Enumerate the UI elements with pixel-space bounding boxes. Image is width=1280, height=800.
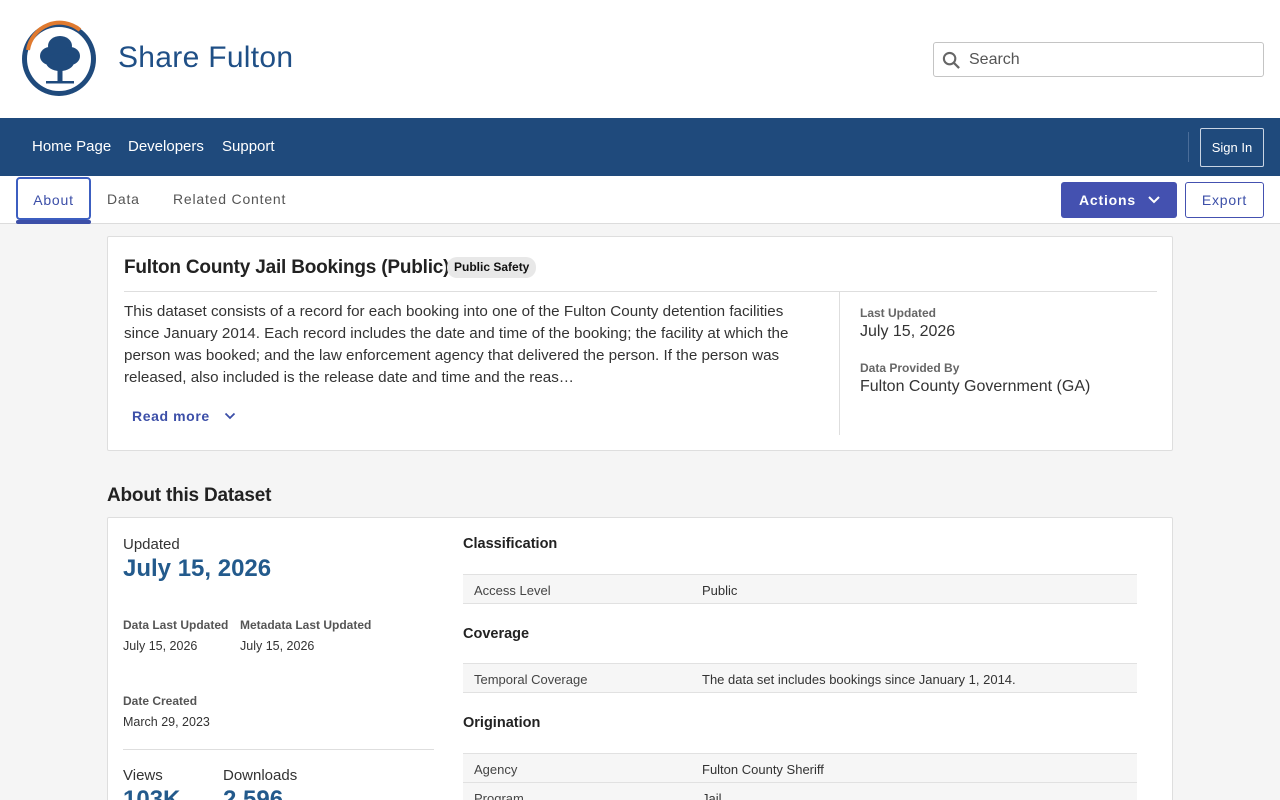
provided-by-label: Data Provided By (860, 361, 960, 375)
table-row: Access Level Public (463, 574, 1137, 604)
section-title-about: About this Dataset (107, 485, 272, 506)
row-key: Access Level (474, 583, 551, 598)
dataset-description: This dataset consists of a record for ea… (124, 303, 789, 386)
chevron-down-icon (225, 412, 236, 420)
row-key: Agency (474, 762, 518, 777)
top-nav: Home Page Developers Support Sign In (0, 118, 1280, 176)
date-created-label: Date Created (123, 694, 198, 708)
search-input[interactable] (969, 44, 1259, 75)
active-tab-indicator (16, 220, 91, 224)
metadata-last-updated-value: July 15, 2026 (240, 639, 315, 653)
dataset-title: Fulton County Jail Bookings (Public) (124, 257, 450, 278)
origination-title: Origination (463, 715, 541, 731)
stats-divider (123, 749, 434, 750)
last-updated-label: Last Updated (860, 306, 937, 320)
coverage-title: Coverage (463, 626, 530, 642)
last-updated-value: July 15, 2026 (860, 323, 956, 340)
metadata-last-updated-label: Metadata Last Updated (240, 618, 372, 632)
tab-related-content[interactable]: Related Content (173, 176, 286, 220)
export-button[interactable]: Export (1185, 182, 1264, 218)
classification-title: Classification (463, 536, 558, 552)
category-tag[interactable]: Public Safety (447, 257, 537, 278)
table-row: Program Jail (463, 782, 1137, 800)
search-box[interactable] (933, 42, 1264, 77)
nav-divider (1188, 132, 1189, 162)
updated-label: Updated (123, 536, 180, 553)
search-icon (942, 51, 960, 69)
tab-data[interactable]: Data (107, 176, 140, 220)
table-row: Temporal Coverage The data set includes … (463, 663, 1137, 693)
site-title[interactable]: Share Fulton (118, 41, 293, 75)
row-value: The data set includes bookings since Jan… (702, 672, 1016, 687)
sign-in-button[interactable]: Sign In (1200, 128, 1264, 167)
data-last-updated-value: July 15, 2026 (123, 639, 198, 653)
provided-by-value: Fulton County Government (GA) (860, 378, 1091, 395)
chevron-down-icon (1148, 196, 1160, 204)
data-last-updated-label: Data Last Updated (123, 618, 229, 632)
downloads-label: Downloads (223, 767, 298, 784)
tab-about[interactable]: About (16, 177, 91, 220)
nav-link-home[interactable]: Home Page (32, 138, 111, 155)
vertical-divider (839, 292, 840, 435)
about-dataset-card: Updated July 15, 2026 Data Last Updated … (107, 517, 1173, 800)
card-divider (124, 291, 1157, 292)
date-created-value: March 29, 2023 (123, 715, 210, 729)
table-row: Agency Fulton County Sheriff (463, 753, 1137, 783)
row-value: Jail (702, 791, 722, 800)
views-label: Views (123, 767, 163, 784)
actions-label: Actions (1079, 192, 1136, 208)
downloads-value: 2,596 (223, 786, 284, 800)
updated-value: July 15, 2026 (123, 555, 272, 582)
dataset-summary-card: Fulton County Jail Bookings (Public) Pub… (107, 236, 1173, 451)
nav-link-support[interactable]: Support (222, 138, 275, 155)
row-key: Temporal Coverage (474, 672, 588, 687)
row-key: Program (474, 791, 524, 800)
site-header: Share Fulton (0, 0, 1280, 118)
nav-link-developers[interactable]: Developers (128, 138, 204, 155)
read-more-label: Read more (132, 408, 210, 424)
tab-bar: About Data Related Content Actions Expor… (0, 176, 1280, 224)
row-value: Public (702, 583, 738, 598)
views-value: 103K (123, 786, 181, 800)
actions-button[interactable]: Actions (1061, 182, 1177, 218)
tree-logo-icon[interactable] (20, 20, 98, 98)
row-value: Fulton County Sheriff (702, 762, 824, 777)
read-more-button[interactable]: Read more (132, 408, 236, 424)
